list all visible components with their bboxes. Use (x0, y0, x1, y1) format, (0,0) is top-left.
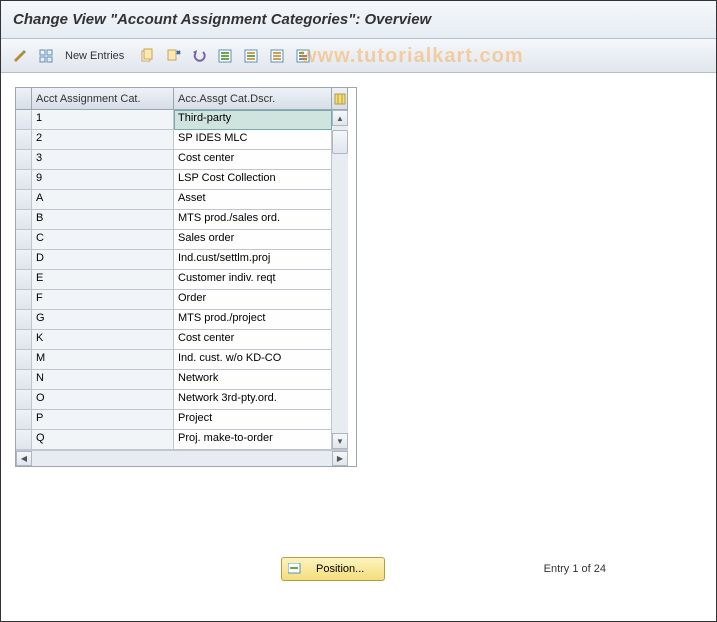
row-selector[interactable] (16, 350, 32, 370)
cell-cat[interactable]: 1 (32, 110, 174, 130)
row-selector[interactable] (16, 130, 32, 150)
cell-desc[interactable]: Network (174, 370, 332, 390)
toolbar: New Entries www.tutorialkart.com (1, 39, 716, 73)
cell-cat[interactable]: 2 (32, 130, 174, 150)
row-selector[interactable] (16, 110, 32, 130)
position-icon (288, 563, 302, 575)
cell-desc[interactable]: MTS prod./project (174, 310, 332, 330)
row-selector[interactable] (16, 290, 32, 310)
scroll-thumb[interactable] (332, 130, 348, 154)
cell-cat[interactable]: G (32, 310, 174, 330)
position-button-label: Position... (316, 563, 364, 575)
row-selector[interactable] (16, 190, 32, 210)
cell-desc[interactable]: Project (174, 410, 332, 430)
cell-cat[interactable]: O (32, 390, 174, 410)
cell-cat[interactable]: N (32, 370, 174, 390)
row-selector[interactable] (16, 430, 32, 450)
toggle-display-change-icon[interactable] (9, 45, 31, 67)
table: Acct Assignment Cat. Acc.Assgt Cat.Dscr.… (15, 87, 357, 467)
cell-cat[interactable]: M (32, 350, 174, 370)
row-selector[interactable] (16, 370, 32, 390)
scroll-left-icon[interactable]: ◀ (16, 451, 32, 466)
cell-cat[interactable]: B (32, 210, 174, 230)
cell-cat[interactable]: 3 (32, 150, 174, 170)
cell-cat[interactable]: D (32, 250, 174, 270)
title-bar: Change View "Account Assignment Categori… (1, 1, 716, 39)
undo-icon[interactable] (188, 45, 210, 67)
row-selector[interactable] (16, 210, 32, 230)
horizontal-scrollbar[interactable]: ◀▶ (16, 450, 348, 466)
copy-icon[interactable] (136, 45, 158, 67)
print-icon[interactable] (292, 45, 314, 67)
cell-desc[interactable]: LSP Cost Collection (174, 170, 332, 190)
configure-columns-icon[interactable] (332, 88, 348, 110)
cell-cat[interactable]: E (32, 270, 174, 290)
cell-cat[interactable]: C (32, 230, 174, 250)
cell-desc[interactable]: Customer indiv. reqt (174, 270, 332, 290)
cell-desc[interactable]: Ind.cust/settlm.proj (174, 250, 332, 270)
position-button[interactable]: Position... (281, 557, 385, 581)
select-all-icon[interactable] (214, 45, 236, 67)
cell-desc[interactable]: Order (174, 290, 332, 310)
cell-desc[interactable]: Asset (174, 190, 332, 210)
row-selector[interactable] (16, 170, 32, 190)
cell-desc[interactable]: Cost center (174, 330, 332, 350)
cell-cat[interactable]: F (32, 290, 174, 310)
row-selector[interactable] (16, 150, 32, 170)
row-selector[interactable] (16, 270, 32, 290)
cell-desc[interactable]: Third-party (174, 110, 332, 130)
row-selector[interactable] (16, 410, 32, 430)
deselect-all-icon[interactable] (266, 45, 288, 67)
row-selector[interactable] (16, 330, 32, 350)
cell-cat[interactable]: K (32, 330, 174, 350)
cell-desc[interactable]: MTS prod./sales ord. (174, 210, 332, 230)
cell-cat[interactable]: Q (32, 430, 174, 450)
expand-all-icon[interactable] (35, 45, 57, 67)
cell-desc[interactable]: SP IDES MLC (174, 130, 332, 150)
cell-desc[interactable]: Ind. cust. w/o KD-CO (174, 350, 332, 370)
delete-icon[interactable] (162, 45, 184, 67)
entry-counter: Entry 1 of 24 (544, 563, 606, 575)
row-selector[interactable] (16, 310, 32, 330)
cell-cat[interactable]: A (32, 190, 174, 210)
watermark-text: www.tutorialkart.com (301, 45, 524, 68)
cell-desc[interactable]: Sales order (174, 230, 332, 250)
row-selector[interactable] (16, 250, 32, 270)
row-selector-header[interactable] (16, 88, 32, 110)
scroll-down-icon[interactable]: ▼ (332, 433, 348, 449)
cell-desc[interactable]: Cost center (174, 150, 332, 170)
row-selector[interactable] (16, 230, 32, 250)
cell-desc[interactable]: Proj. make-to-order (174, 430, 332, 450)
cell-desc[interactable]: Network 3rd-pty.ord. (174, 390, 332, 410)
column-header-cat[interactable]: Acct Assignment Cat. (32, 88, 174, 110)
new-entries-button[interactable]: New Entries (61, 50, 132, 62)
content-area: Acct Assignment Cat. Acc.Assgt Cat.Dscr.… (1, 73, 716, 481)
column-header-desc[interactable]: Acc.Assgt Cat.Dscr. (174, 88, 332, 110)
scroll-right-icon[interactable]: ▶ (332, 451, 348, 466)
page-title: Change View "Account Assignment Categori… (13, 11, 704, 28)
scroll-up-icon[interactable]: ▲ (332, 110, 348, 126)
cell-cat[interactable]: 9 (32, 170, 174, 190)
cell-cat[interactable]: P (32, 410, 174, 430)
select-block-icon[interactable] (240, 45, 262, 67)
vertical-scrollbar[interactable]: ▲▼ (332, 110, 348, 450)
row-selector[interactable] (16, 390, 32, 410)
